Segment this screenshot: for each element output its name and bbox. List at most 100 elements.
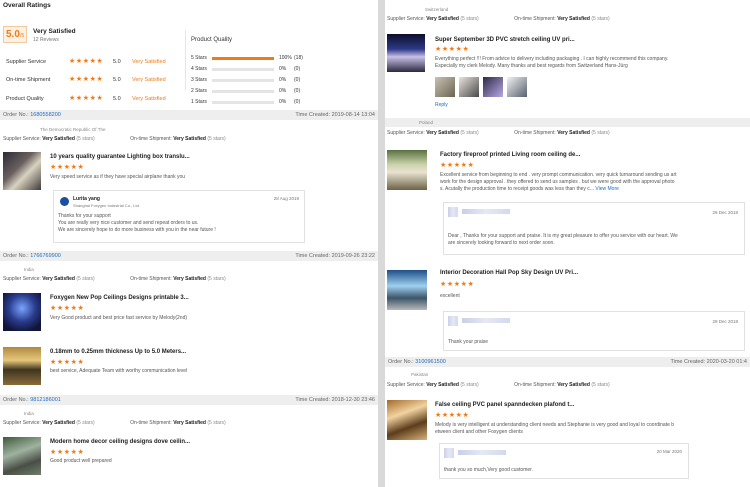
category-row-quality: Product Quality ★★★★★ 5.0 Very Satisfied	[6, 95, 181, 103]
order-meta-pakistan: Supplier Service: Very Satisfied (5 star…	[387, 382, 610, 388]
time-created-value: 2018-12-30 23:46	[331, 397, 375, 403]
breakdown-bar	[212, 57, 274, 60]
supplier-service-stars: (5 stars)	[76, 136, 95, 142]
review-text-line: work for the design approval . they offe…	[440, 179, 675, 185]
product-title-link[interactable]: Interior Decoration Hall Pop Sky Design …	[440, 270, 578, 276]
product-title-link[interactable]: Super September 3D PVC stretch ceiling U…	[435, 37, 575, 43]
product-thumbnail[interactable]	[3, 437, 41, 475]
category-label: Supplier Service	[6, 59, 47, 65]
buyer-country: Poland	[419, 120, 434, 125]
product-thumbnail[interactable]	[387, 400, 427, 440]
order-number-link[interactable]: 1680558200	[30, 112, 61, 118]
breakdown-bar-fill	[212, 57, 274, 60]
overall-review-count: 12 Reviews	[33, 37, 59, 43]
breakdown-percent: 0%	[279, 88, 287, 94]
reply-line: You are really very nice customer and se…	[58, 220, 199, 226]
supplier-service-label: Supplier Service:	[3, 276, 41, 282]
product-thumbnail[interactable]	[3, 152, 41, 190]
overall-ratings-heading: Overall Ratings	[3, 2, 51, 9]
review-photo[interactable]	[507, 77, 527, 97]
breakdown-count: (0)	[294, 88, 301, 94]
buyer-country: India	[24, 411, 34, 416]
breakdown-percent: 0%	[279, 99, 287, 105]
buyer-country: The Democratic Republic Of The	[40, 127, 106, 132]
supplier-service-label: Supplier Service:	[387, 382, 425, 388]
product-thumbnail[interactable]	[387, 150, 427, 190]
product-thumbnail[interactable]	[3, 293, 41, 331]
review-text-line: excellent	[440, 293, 460, 299]
category-text: Very Satisfied	[132, 59, 166, 65]
breakdown-label: 3 Stars	[191, 77, 207, 83]
shipment-stars: (5 stars)	[591, 130, 610, 136]
reply-link[interactable]: Reply	[435, 102, 448, 108]
shipment-stars: (5 stars)	[591, 382, 610, 388]
view-more-link[interactable]: View More	[595, 186, 619, 192]
order-number-link[interactable]: 1766769900	[30, 253, 61, 259]
category-text: Very Satisfied	[132, 77, 166, 83]
star-rating-icon: ★★★★★	[69, 76, 104, 83]
category-score: 5.0	[113, 96, 121, 102]
shipment-stars: (5 stars)	[207, 420, 226, 426]
product-thumbnail[interactable]	[387, 34, 425, 72]
order-header-1: Order No.: 1680558200 Time Created: 2019…	[0, 110, 378, 120]
supplier-avatar	[60, 197, 69, 206]
breakdown-bar	[212, 68, 274, 71]
breakdown-label: 4 Stars	[191, 66, 207, 72]
product-title-link[interactable]: Modern home decor ceiling designs dove c…	[50, 439, 190, 445]
supplier-service-label: Supplier Service:	[3, 136, 41, 142]
breakdown-row: 3 Stars 0% (0)	[191, 76, 341, 84]
supplier-service-stars: (5 stars)	[460, 382, 479, 388]
supplier-service-stars: (5 stars)	[76, 276, 95, 282]
star-rating-icon: ★★★★★	[69, 95, 104, 102]
product-title-link[interactable]: 0.18mm to 0.25mm thickness Up to 5.0 Met…	[50, 349, 186, 355]
supplier-service-stars: (5 stars)	[76, 420, 95, 426]
product-rating-icon: ★★★★★	[440, 162, 475, 169]
order-number-link[interactable]: 3100961500	[415, 359, 446, 365]
review-photo[interactable]	[459, 77, 479, 97]
reply-line: Thank your praise	[448, 339, 489, 345]
order-no-label: Order No.:	[388, 359, 414, 365]
breakdown-row: 1 Stars 0% (0)	[191, 98, 341, 106]
product-title-link[interactable]: Foxygen New Pop Ceilings Designs printab…	[50, 295, 189, 301]
breakdown-row: 5 Stars 100% (18)	[191, 54, 341, 62]
time-created-value: 2019-08-14 13:04	[331, 112, 375, 118]
breakdown-bar	[212, 79, 274, 82]
supplier-service-value: Very Satisfied	[426, 382, 459, 388]
shipment-value: Very Satisfied	[557, 16, 590, 22]
category-score: 5.0	[113, 77, 121, 83]
supplier-service-label: Supplier Service:	[3, 420, 41, 426]
time-created-value: 2020-03-20 01:4	[706, 359, 747, 365]
buyer-country: India	[24, 267, 34, 272]
order-meta-poland: Supplier Service: Very Satisfied (5 star…	[387, 130, 610, 136]
category-row-supplier: Supplier Service ★★★★★ 5.0 Very Satisfie…	[6, 58, 181, 66]
supplier-service-value: Very Satisfied	[42, 420, 75, 426]
order-meta-1: Supplier Service: Very Satisfied (5 star…	[3, 136, 226, 142]
supplier-reply-box: 29 Dec 2018 Dear , Thanks for your suppo…	[443, 202, 745, 255]
product-rating-icon: ★★★★★	[440, 281, 475, 288]
review-text: Very Good product and best price fast se…	[50, 315, 188, 321]
reply-company: Shanghai Foxygen Industrial Co., Ltd.	[73, 203, 140, 208]
order-header-blank	[385, 118, 750, 127]
review-text-excerpt: s. Acutally the production time to recei…	[440, 186, 594, 192]
supplier-service-label: Supplier Service:	[387, 16, 425, 22]
breakdown-label: 1 Stars	[191, 99, 207, 105]
reply-line: Dear , Thanks for your support and prais…	[448, 233, 678, 239]
product-title-link[interactable]: False ceiling PVC panel spanndecken plaf…	[435, 402, 574, 408]
product-title-link[interactable]: 10 years quality guarantee Lighting box …	[50, 154, 190, 160]
review-photo[interactable]	[435, 77, 455, 97]
order-header-3: Order No.: 9812186001 Time Created: 2018…	[0, 395, 378, 405]
supplier-avatar	[444, 448, 454, 458]
product-rating-icon: ★★★★★	[435, 412, 470, 419]
breakdown-count: (0)	[294, 77, 301, 83]
order-number-link[interactable]: 9812186001	[30, 397, 61, 403]
product-thumbnail[interactable]	[3, 347, 41, 385]
order-no-label: Order No.:	[3, 112, 29, 118]
product-thumbnail[interactable]	[387, 270, 427, 310]
reply-date: 28 Aug 2019	[273, 196, 299, 201]
review-text-line: Everything perfect !!! From advice to de…	[435, 56, 669, 62]
supplier-name-redacted	[462, 209, 510, 214]
review-photo[interactable]	[483, 77, 503, 97]
reply-line: are sincerely looking forward to next or…	[448, 240, 555, 246]
product-title-link[interactable]: Factory fireproof printed Living room ce…	[440, 152, 580, 158]
reply-line: Thanks for your support	[58, 213, 111, 219]
